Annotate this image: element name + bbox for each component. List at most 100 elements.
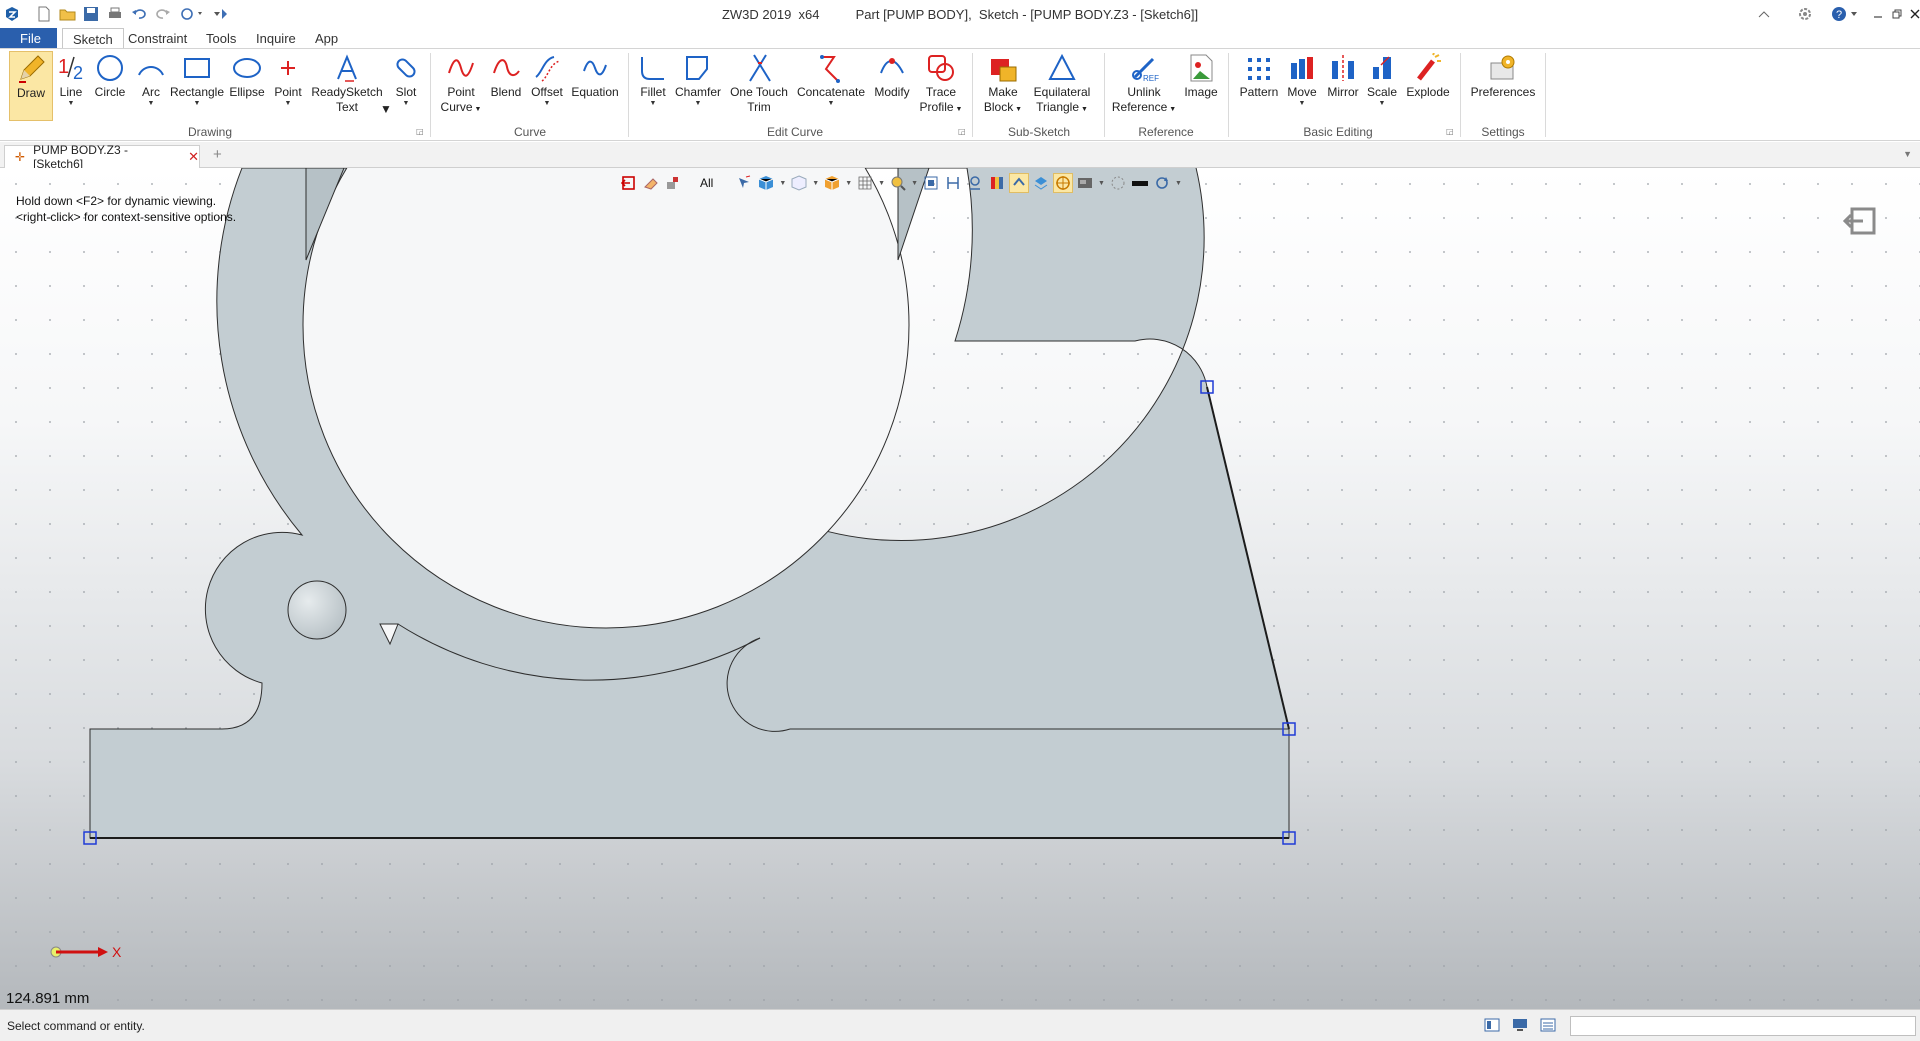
chamfer-button[interactable]: Chamfer ▼ xyxy=(674,51,722,121)
file-menu[interactable]: File xyxy=(0,28,57,48)
grid-icon[interactable] xyxy=(856,174,874,192)
target-toggle-icon[interactable] xyxy=(1053,173,1074,193)
scale-dropdown-icon[interactable]: ▼ xyxy=(1379,100,1386,108)
repeat-command-icon[interactable] xyxy=(178,3,206,25)
zoom-dropdown-icon[interactable]: ▼ xyxy=(911,180,918,187)
open-folder-icon[interactable] xyxy=(58,3,78,25)
dimension-icon[interactable] xyxy=(944,174,962,192)
fillet-button[interactable]: Fillet ▼ xyxy=(636,51,670,121)
zoom-icon[interactable] xyxy=(889,174,907,192)
customize-arrow-icon[interactable] xyxy=(210,3,230,25)
lasso-icon[interactable] xyxy=(1109,174,1127,192)
display-mode-icon[interactable] xyxy=(1076,174,1094,192)
line-button[interactable]: 12 Line ▼ xyxy=(54,51,88,121)
refresh-icon[interactable] xyxy=(1153,174,1171,192)
layer-icon[interactable] xyxy=(1032,174,1050,192)
arc-dropdown-icon[interactable]: ▼ xyxy=(148,100,155,108)
app-logo-icon[interactable] xyxy=(2,3,22,25)
color-palette-icon[interactable] xyxy=(988,174,1006,192)
view-orient-icon[interactable] xyxy=(823,174,841,192)
sketch-viewport[interactable]: X Hold down <F2> for dynamic viewing. <r… xyxy=(0,168,1920,1009)
tab-constraint[interactable]: Constraint xyxy=(118,28,197,48)
status-layout-icon[interactable] xyxy=(1484,1018,1502,1034)
unlink-reference-button[interactable]: REF Unlink Reference ▼ xyxy=(1112,51,1176,121)
move-dropdown-icon[interactable]: ▼ xyxy=(1299,100,1306,108)
chamfer-dropdown-icon[interactable]: ▼ xyxy=(695,100,702,108)
stack-icon[interactable] xyxy=(664,174,682,192)
rectangle-dropdown-icon[interactable]: ▼ xyxy=(194,100,201,108)
image-button[interactable]: Image xyxy=(1182,51,1220,121)
undo-icon[interactable] xyxy=(129,3,149,25)
modify-button[interactable]: Modify xyxy=(870,51,914,121)
equation-button[interactable]: Equation xyxy=(570,51,620,121)
tab-inquire[interactable]: Inquire xyxy=(246,28,306,48)
line-dropdown-icon[interactable]: ▼ xyxy=(68,100,75,108)
redo-icon[interactable] xyxy=(153,3,173,25)
exit-sketch-button[interactable] xyxy=(1842,206,1877,236)
save-icon[interactable] xyxy=(81,3,101,25)
new-tab-plus-icon[interactable]: + xyxy=(213,146,222,163)
readysketch-text-button[interactable]: ReadySketch Text xyxy=(311,51,383,121)
shaded-cube-icon[interactable] xyxy=(757,174,775,192)
status-monitor-icon[interactable] xyxy=(1512,1018,1530,1034)
fillet-dropdown-icon[interactable]: ▼ xyxy=(650,100,657,108)
tab-tools[interactable]: Tools xyxy=(196,28,246,48)
pick-filter-dropdown[interactable]: All xyxy=(700,176,713,190)
app-close-icon[interactable] xyxy=(1903,3,1920,25)
rectangle-button[interactable]: Rectangle ▼ xyxy=(169,51,225,121)
blend-button[interactable]: Blend xyxy=(488,51,524,121)
one-touch-trim-button[interactable]: One Touch Trim xyxy=(726,51,792,121)
print-icon[interactable] xyxy=(105,3,125,25)
point-curve-button[interactable]: Point Curve ▼ xyxy=(440,51,482,121)
exit-sketch-icon[interactable] xyxy=(620,174,638,192)
orient-dropdown-icon[interactable]: ▼ xyxy=(845,180,852,187)
offset-button[interactable]: Offset ▼ xyxy=(528,51,566,121)
pattern-button[interactable]: Pattern xyxy=(1236,51,1282,121)
grid-dropdown-icon[interactable]: ▼ xyxy=(878,180,885,187)
eraser-icon[interactable] xyxy=(642,174,660,192)
settings-gear-icon[interactable] xyxy=(1793,3,1817,25)
preferences-button[interactable]: Preferences xyxy=(1468,51,1538,121)
close-tab-icon[interactable]: ✕ xyxy=(188,149,199,165)
view-dropdown-icon[interactable]: ▼ xyxy=(812,180,819,187)
help-icon[interactable]: ? xyxy=(1828,3,1864,25)
document-tab[interactable]: ✛ PUMP BODY.Z3 - [Sketch6] ✕ xyxy=(4,143,200,171)
snap-toggle-icon[interactable] xyxy=(1009,173,1030,193)
move-button[interactable]: Move ▼ xyxy=(1284,51,1320,121)
circle-button[interactable]: Circle xyxy=(92,51,128,121)
mirror-button[interactable]: Mirror xyxy=(1322,51,1364,121)
sketch-canvas[interactable]: X xyxy=(0,168,1920,1009)
shading-dropdown-icon[interactable]: ▼ xyxy=(779,180,786,187)
basic-editing-launcher-icon[interactable]: ◲ xyxy=(1446,127,1454,136)
slot-button[interactable]: Slot ▼ xyxy=(388,51,424,121)
point-button[interactable]: Point ▼ xyxy=(272,51,304,121)
equilateral-triangle-button[interactable]: Equilateral Triangle ▼ xyxy=(1030,51,1094,121)
display-dropdown-icon[interactable]: ▼ xyxy=(1098,180,1105,187)
ribbon-collapse-icon[interactable] xyxy=(1752,3,1776,25)
slot-dropdown-icon[interactable]: ▼ xyxy=(403,100,410,108)
constraint-icon[interactable] xyxy=(966,174,984,192)
drawing-launcher-icon[interactable]: ◲ xyxy=(416,127,424,136)
point-dropdown-icon[interactable]: ▼ xyxy=(285,100,292,108)
trace-profile-button[interactable]: Trace Profile ▼ xyxy=(918,51,964,121)
arc-button[interactable]: Arc ▼ xyxy=(136,51,166,121)
tab-list-dropdown-icon[interactable]: ▼ xyxy=(1903,149,1912,159)
make-block-button[interactable]: Make Block ▼ xyxy=(980,51,1026,121)
tab-sketch[interactable]: Sketch xyxy=(62,28,124,48)
concatenate-dropdown-icon[interactable]: ▼ xyxy=(828,100,835,108)
new-file-icon[interactable] xyxy=(34,3,54,25)
pin-hole[interactable] xyxy=(287,580,347,640)
offset-dropdown-icon[interactable]: ▼ xyxy=(544,100,551,108)
pick-cursor-icon[interactable] xyxy=(735,174,753,192)
ellipse-button[interactable]: Ellipse xyxy=(228,51,266,121)
wire-cube-icon[interactable] xyxy=(790,174,808,192)
line-color-icon[interactable] xyxy=(1131,174,1149,192)
concatenate-button[interactable]: Concatenate ▼ xyxy=(794,51,868,121)
fit-view-icon[interactable] xyxy=(922,174,940,192)
command-input[interactable] xyxy=(1570,1016,1916,1036)
draw-button[interactable]: Draw xyxy=(9,51,53,121)
explode-button[interactable]: Explode xyxy=(1404,51,1452,121)
scale-button[interactable]: Scale ▼ xyxy=(1366,51,1398,121)
tab-app[interactable]: App xyxy=(305,28,348,48)
edit-curve-launcher-icon[interactable]: ◲ xyxy=(958,127,966,136)
